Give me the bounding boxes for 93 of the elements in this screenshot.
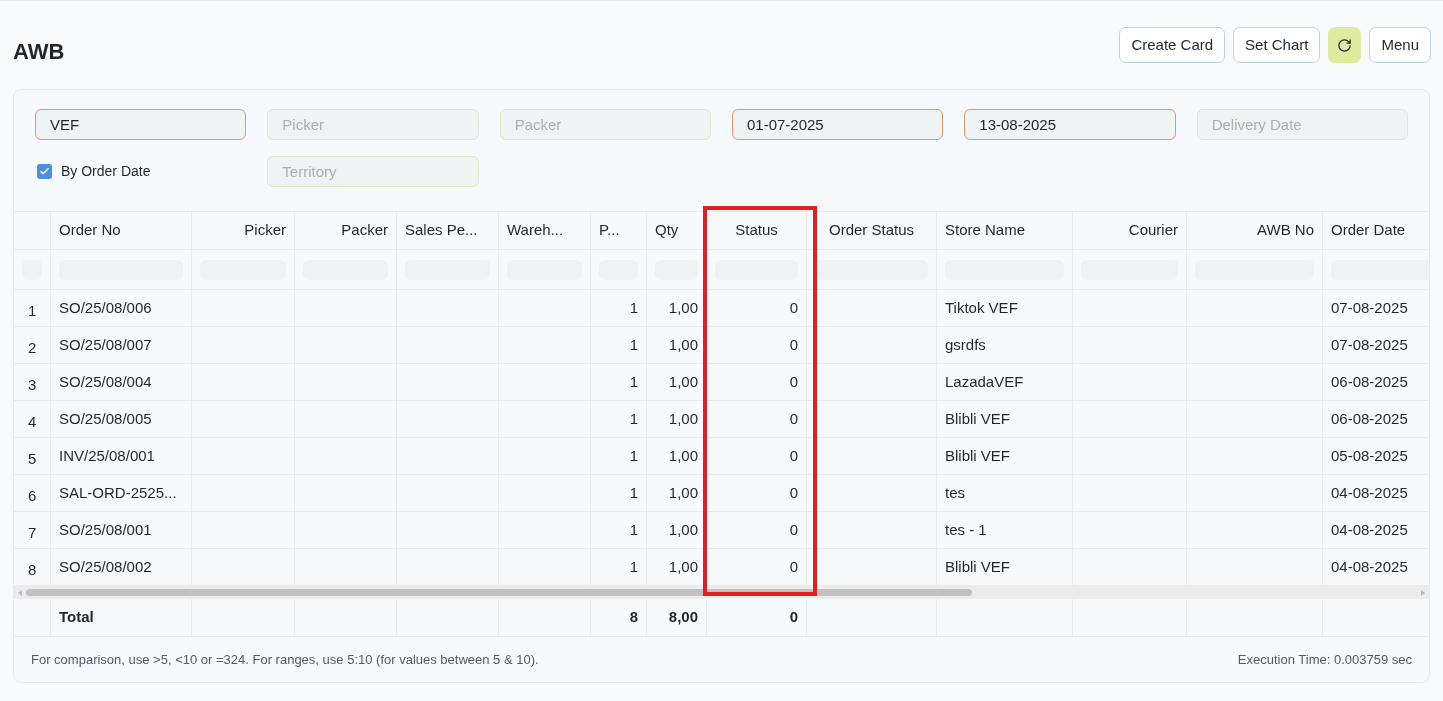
action-button[interactable]: Set Chart	[1233, 27, 1321, 63]
table-cell-text: Blibli VEF	[945, 556, 1011, 577]
table-cell-text: 1,00	[668, 482, 698, 503]
column-header[interactable]: Packer	[341, 219, 388, 242]
table-cell-text: 04-08-2025	[1331, 519, 1408, 540]
table-cell-text: Blibli VEF	[945, 408, 1011, 429]
total-cell-text: 0	[789, 607, 798, 628]
table-cell-text: gsrdfs	[945, 334, 986, 355]
refresh-icon	[1337, 37, 1353, 53]
filter-hint: For comparison, use >5, <10 or =324. For ranges, use 5:10 (for values between 5 & 10).	[31, 650, 539, 669]
column-header[interactable]: Order Status	[828, 219, 914, 242]
filter-field[interactable]: Picker	[267, 109, 479, 140]
table-cell-text: 0	[789, 334, 798, 355]
column-header[interactable]: Order No	[59, 219, 121, 242]
action-button[interactable]: Create Card	[1119, 27, 1226, 63]
table-cell-text: SAL-ORD-2525...	[59, 482, 177, 503]
total-cell-text: 8,00	[668, 607, 698, 628]
table-cell-text: SO/25/08/006	[59, 297, 152, 318]
column-header[interactable]: P...	[599, 219, 620, 242]
column-header[interactable]: Courier	[1128, 219, 1178, 242]
filter-field[interactable]: Delivery Date	[1196, 109, 1408, 140]
column-header[interactable]: Wareh...	[507, 219, 564, 242]
table-cell-text: Tiktok VEF	[945, 297, 1018, 318]
column-filter-field[interactable]	[815, 259, 928, 280]
table-cell-text: 0	[789, 297, 798, 318]
table-cell-text: SO/25/08/005	[59, 408, 152, 429]
table-cell-text: tes	[945, 482, 965, 503]
execution-time: Execution Time: 0.003759 sec	[1237, 650, 1412, 669]
filter-field[interactable]: Packer	[499, 109, 711, 140]
column-header[interactable]: Store Name	[945, 219, 1026, 242]
table-cell-text: 05-08-2025	[1331, 445, 1408, 466]
check-icon	[39, 166, 50, 177]
table-cell-text: 06-08-2025	[1331, 408, 1408, 429]
row-number: 6	[28, 485, 37, 506]
column-header[interactable]: Order Date	[1331, 219, 1406, 242]
column-header[interactable]: Qty	[655, 219, 679, 242]
table-cell-text: 04-08-2025	[1331, 556, 1408, 577]
table-cell-text: tes - 1	[945, 519, 987, 540]
scrollbar[interactable]	[14, 586, 1429, 599]
table-cell-text: 1,00	[668, 408, 698, 429]
table-cell-text: 0	[789, 519, 798, 540]
checkbox[interactable]	[37, 164, 52, 179]
checkbox-label: By Order Date	[61, 162, 151, 181]
table-cell-text: 1	[629, 519, 638, 540]
table-cell-text: 06-08-2025	[1331, 371, 1408, 392]
row-number: 4	[28, 411, 37, 432]
table-cell-text: LazadaVEF	[945, 371, 1024, 392]
table-cell-text: 1	[629, 408, 638, 429]
column-header[interactable]: Status	[735, 219, 778, 242]
table-cell-text: 0	[789, 482, 798, 503]
table-cell-text: SO/25/08/002	[59, 556, 152, 577]
table-cell-text: SO/25/08/007	[59, 334, 152, 355]
filter-field[interactable]: 01-07-2025	[732, 109, 944, 140]
row-number: 8	[28, 559, 37, 580]
table-cell-text: 1	[629, 371, 638, 392]
action-button[interactable]: Menu	[1369, 27, 1431, 63]
table-cell-text: 1	[629, 445, 638, 466]
total-cell-text: Total	[59, 607, 94, 628]
column-header[interactable]: AWB No	[1257, 219, 1314, 242]
table-cell-text: 1	[629, 297, 638, 318]
table-cell-text: SO/25/08/004	[59, 371, 152, 392]
column-header[interactable]: Sales Pe...	[405, 219, 478, 242]
table-cell-text: 1,00	[668, 519, 698, 540]
table-cell-text: SO/25/08/001	[59, 519, 152, 540]
table-cell-text: 1	[629, 482, 638, 503]
table-cell-text: 0	[789, 556, 798, 577]
table-cell-text: 07-08-2025	[1331, 297, 1408, 318]
row-number: 7	[28, 522, 37, 543]
filter-field[interactable]: 13-08-2025	[964, 109, 1176, 140]
row-number: 2	[28, 337, 37, 358]
page-title: AWB	[13, 37, 65, 66]
total-cell-text: 8	[629, 607, 638, 628]
table-cell-text: 1	[629, 334, 638, 355]
table-cell-text: 0	[789, 445, 798, 466]
row-number: 3	[28, 374, 37, 395]
column-header[interactable]: Picker	[244, 219, 286, 242]
refresh-button[interactable]	[1328, 27, 1362, 63]
table-cell-text: 1	[629, 556, 638, 577]
table-cell-text: 0	[789, 408, 798, 429]
table-cell-text: 04-08-2025	[1331, 482, 1408, 503]
table-cell-text: 1,00	[668, 297, 698, 318]
table-cell-text: 1,00	[668, 445, 698, 466]
table-cell-text: 1,00	[668, 334, 698, 355]
row-number: 5	[28, 448, 37, 469]
table-cell-text: 1,00	[668, 371, 698, 392]
territory-field[interactable]: Territory	[267, 156, 479, 187]
row-number: 1	[28, 300, 37, 321]
table-cell-text: Blibli VEF	[945, 445, 1011, 466]
table-cell-text: 07-08-2025	[1331, 334, 1408, 355]
table-cell-text: INV/25/08/001	[59, 445, 155, 466]
filter-field[interactable]: VEF	[35, 109, 247, 140]
table-cell-text: 0	[789, 371, 798, 392]
table-cell-text: 1,00	[668, 556, 698, 577]
